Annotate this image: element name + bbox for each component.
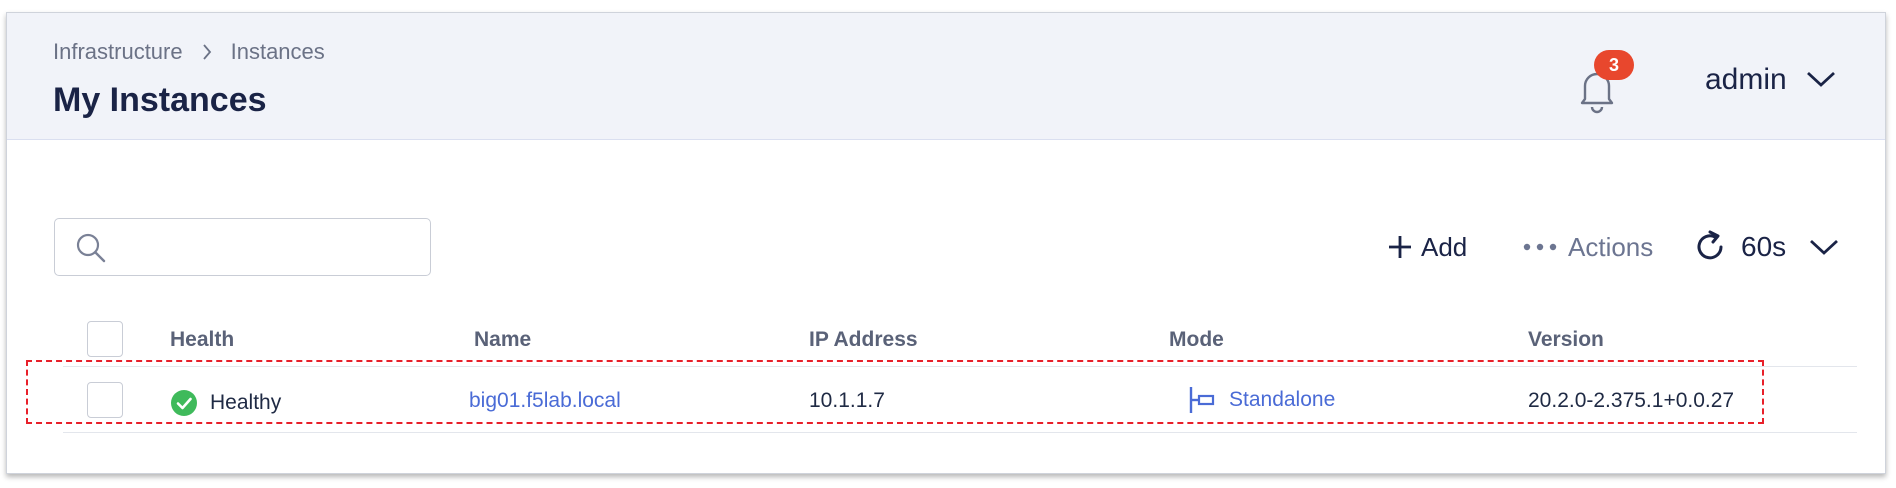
breadcrumb: Infrastructure Instances xyxy=(53,39,325,65)
chevron-down-icon xyxy=(1810,239,1839,255)
column-header-health[interactable]: Health xyxy=(170,328,234,352)
row-checkbox[interactable] xyxy=(87,382,123,418)
add-label: Add xyxy=(1421,231,1468,262)
mode-cell: Standalone xyxy=(1187,385,1335,415)
add-button[interactable]: Add xyxy=(1387,227,1467,267)
chevron-down-icon xyxy=(1805,63,1837,97)
table-header: Health Name IP Address Mode Version xyxy=(63,311,1857,367)
plus-icon xyxy=(1389,236,1411,258)
table-row[interactable]: Healthy big01.f5lab.local 10.1.1.7 Stand… xyxy=(63,369,1857,433)
breadcrumb-infrastructure[interactable]: Infrastructure xyxy=(53,39,183,65)
page-title: My Instances xyxy=(53,81,267,119)
notification-badge[interactable]: 3 xyxy=(1594,50,1634,80)
instance-name-link[interactable]: big01.f5lab.local xyxy=(469,389,621,413)
search-icon xyxy=(76,233,106,263)
column-header-ip-address[interactable]: IP Address xyxy=(809,328,918,352)
standalone-mode-icon xyxy=(1189,387,1215,413)
refresh-interval-select[interactable]: 60s xyxy=(1693,227,1840,267)
column-header-version[interactable]: Version xyxy=(1528,328,1604,352)
column-header-name[interactable]: Name xyxy=(474,328,531,352)
health-cell: Healthy xyxy=(170,389,281,417)
breadcrumb-instances: Instances xyxy=(230,39,325,64)
search-box[interactable] xyxy=(54,218,431,276)
actions-label: Actions xyxy=(1568,231,1654,262)
chevron-right-icon xyxy=(201,43,213,61)
more-dots-icon xyxy=(1523,243,1557,251)
refresh-interval-value: 60s xyxy=(1741,231,1787,262)
mode-link[interactable]: Standalone xyxy=(1229,388,1335,412)
user-name: admin xyxy=(1705,63,1787,96)
user-menu[interactable]: admin xyxy=(1705,63,1837,97)
version-cell: 20.2.0-2.375.1+0.0.27 xyxy=(1528,389,1735,412)
refresh-icon xyxy=(1697,230,1723,260)
select-all-checkbox[interactable] xyxy=(87,321,123,357)
column-header-mode[interactable]: Mode xyxy=(1169,328,1224,352)
ip-address-cell: 10.1.1.7 xyxy=(809,389,885,412)
healthy-check-icon xyxy=(171,390,197,416)
page-header: Infrastructure Instances My Instances 3 … xyxy=(7,13,1885,140)
app-window: Infrastructure Instances My Instances 3 … xyxy=(6,12,1886,474)
search-input[interactable] xyxy=(119,227,419,267)
actions-button[interactable]: Actions xyxy=(1522,227,1653,267)
health-status: Healthy xyxy=(210,391,282,414)
